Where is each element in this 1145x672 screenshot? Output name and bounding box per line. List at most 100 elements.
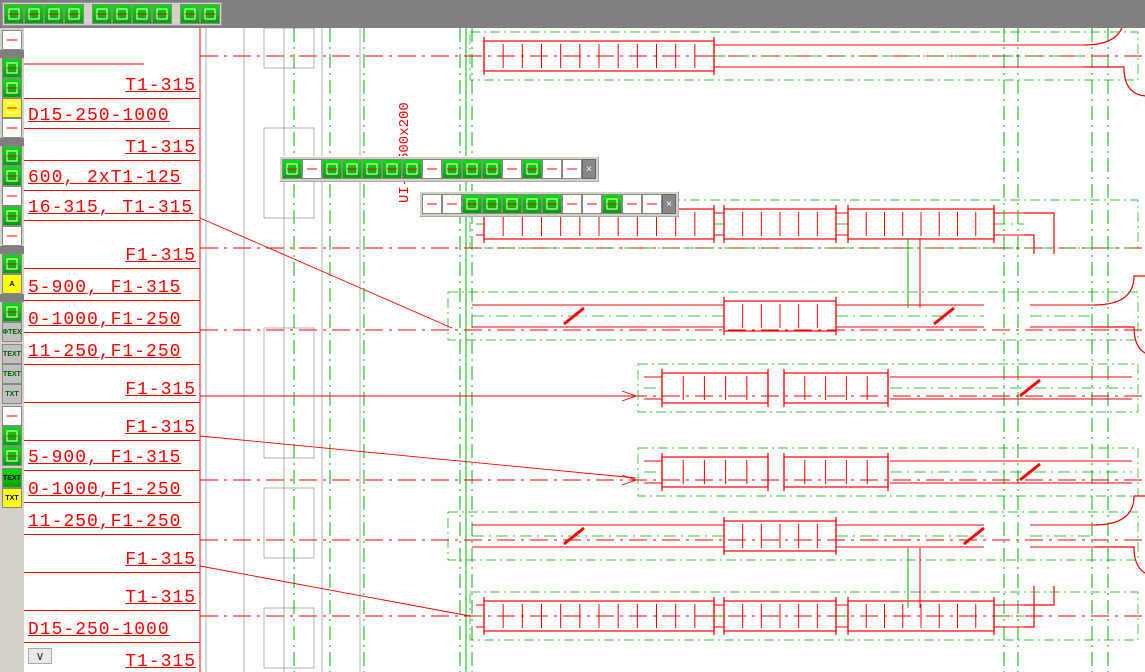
f1-9[interactable] xyxy=(442,159,462,179)
lbtn-22[interactable]: TXT xyxy=(2,488,22,508)
f1-7-icon xyxy=(405,162,419,176)
lbtn-11-icon xyxy=(5,257,19,271)
lbtn-4[interactable] xyxy=(2,98,22,118)
btn-e-icon xyxy=(95,7,109,21)
f2-11[interactable] xyxy=(622,194,642,214)
close-icon[interactable]: × xyxy=(662,194,676,214)
btn-i-icon xyxy=(183,7,197,21)
f1-2-icon xyxy=(305,162,319,176)
drawing-canvas[interactable]: UI-1 500x200 T1-315D15-250-1000T1-315600… xyxy=(24,28,1145,672)
lbtn-16[interactable]: TEXT xyxy=(2,364,22,384)
f1-2[interactable] xyxy=(302,159,322,179)
btn-f-icon xyxy=(115,7,129,21)
f2-12-icon xyxy=(645,197,659,211)
f1-9-icon xyxy=(445,162,459,176)
duct-label: F1-315 xyxy=(125,380,196,400)
btn-e[interactable] xyxy=(92,4,112,24)
lbtn-3-icon xyxy=(5,81,19,95)
f1-5[interactable] xyxy=(362,159,382,179)
duct-label: 5-900, F1-315 xyxy=(28,278,181,298)
lbtn-12[interactable]: A xyxy=(2,274,22,294)
f1-8[interactable] xyxy=(422,159,442,179)
lbtn-13[interactable] xyxy=(2,302,22,322)
f2-6[interactable] xyxy=(522,194,542,214)
label-column: T1-315D15-250-1000T1-315600, 2xT1-12516-… xyxy=(24,28,200,672)
lbtn-19[interactable] xyxy=(2,426,22,446)
f2-2[interactable] xyxy=(442,194,462,214)
f2-12[interactable] xyxy=(642,194,662,214)
btn-b-icon xyxy=(27,7,41,21)
btn-c-icon xyxy=(47,7,61,21)
duct-label: F1-315 xyxy=(125,246,196,266)
f1-1[interactable] xyxy=(282,159,302,179)
btn-d[interactable] xyxy=(64,4,84,24)
f1-6[interactable] xyxy=(382,159,402,179)
f2-10[interactable] xyxy=(602,194,622,214)
f2-1[interactable] xyxy=(422,194,442,214)
lbtn-20-icon xyxy=(5,449,19,463)
f2-3[interactable] xyxy=(462,194,482,214)
lbtn-19-icon xyxy=(5,429,19,443)
btn-g[interactable] xyxy=(132,4,152,24)
lbtn-8[interactable] xyxy=(2,186,22,206)
f2-4[interactable] xyxy=(482,194,502,214)
btn-c[interactable] xyxy=(44,4,64,24)
f1-4-icon xyxy=(345,162,359,176)
btn-h[interactable] xyxy=(152,4,172,24)
f1-10[interactable] xyxy=(462,159,482,179)
lbtn-17[interactable]: TXT xyxy=(2,384,22,404)
lbtn-21[interactable]: TEXT xyxy=(2,468,22,488)
f2-8[interactable] xyxy=(562,194,582,214)
lbtn-2[interactable] xyxy=(2,58,22,78)
floating-toolbar-1[interactable]: × xyxy=(279,156,599,182)
f2-4-icon xyxy=(485,197,499,211)
btn-f[interactable] xyxy=(112,4,132,24)
lbtn-3[interactable] xyxy=(2,78,22,98)
close-icon[interactable]: × xyxy=(582,159,596,179)
lbtn-1[interactable] xyxy=(2,30,22,50)
f1-13[interactable] xyxy=(522,159,542,179)
f2-9[interactable] xyxy=(582,194,602,214)
lbtn-5[interactable] xyxy=(2,118,22,138)
f2-6-icon xyxy=(525,197,539,211)
lbtn-11[interactable] xyxy=(2,254,22,274)
lbtn-7[interactable] xyxy=(2,166,22,186)
lbtn-14[interactable]: ΦTEX xyxy=(2,322,22,342)
vertical-label: UI-1 500x200 xyxy=(397,102,413,203)
lbtn-18[interactable] xyxy=(2,406,22,426)
f1-3[interactable] xyxy=(322,159,342,179)
duct-label: 16-315, T1-315 xyxy=(28,198,193,218)
duct-label: D15-250-1000 xyxy=(28,106,170,126)
f1-7[interactable] xyxy=(402,159,422,179)
lbtn-6[interactable] xyxy=(2,146,22,166)
f1-6-icon xyxy=(385,162,399,176)
f1-11[interactable] xyxy=(482,159,502,179)
duct-label: T1-315 xyxy=(125,588,196,608)
btn-j-icon xyxy=(203,7,217,21)
f2-7[interactable] xyxy=(542,194,562,214)
f1-3-icon xyxy=(325,162,339,176)
f1-1-icon xyxy=(285,162,299,176)
btn-a[interactable] xyxy=(4,4,24,24)
lbtn-10[interactable] xyxy=(2,226,22,246)
f1-15[interactable] xyxy=(562,159,582,179)
btn-i[interactable] xyxy=(180,4,200,24)
f2-5[interactable] xyxy=(502,194,522,214)
btn-j[interactable] xyxy=(200,4,220,24)
duct-label: 600, 2xT1-125 xyxy=(28,168,181,188)
f2-7-icon xyxy=(545,197,559,211)
f1-14[interactable] xyxy=(542,159,562,179)
f2-5-icon xyxy=(505,197,519,211)
f1-12-icon xyxy=(505,162,519,176)
floating-toolbar-2[interactable]: × xyxy=(419,191,679,217)
duct-label: F1-315 xyxy=(125,418,196,438)
lbtn-15[interactable]: TEXT xyxy=(2,344,22,364)
lbtn-20[interactable] xyxy=(2,446,22,466)
duct-label: D15-250-1000 xyxy=(28,620,170,640)
btn-b[interactable] xyxy=(24,4,44,24)
f1-12[interactable] xyxy=(502,159,522,179)
f1-4[interactable] xyxy=(342,159,362,179)
lbtn-9[interactable] xyxy=(2,206,22,226)
dropdown-chevron[interactable]: ∨ xyxy=(28,648,52,664)
f2-10-icon xyxy=(605,197,619,211)
